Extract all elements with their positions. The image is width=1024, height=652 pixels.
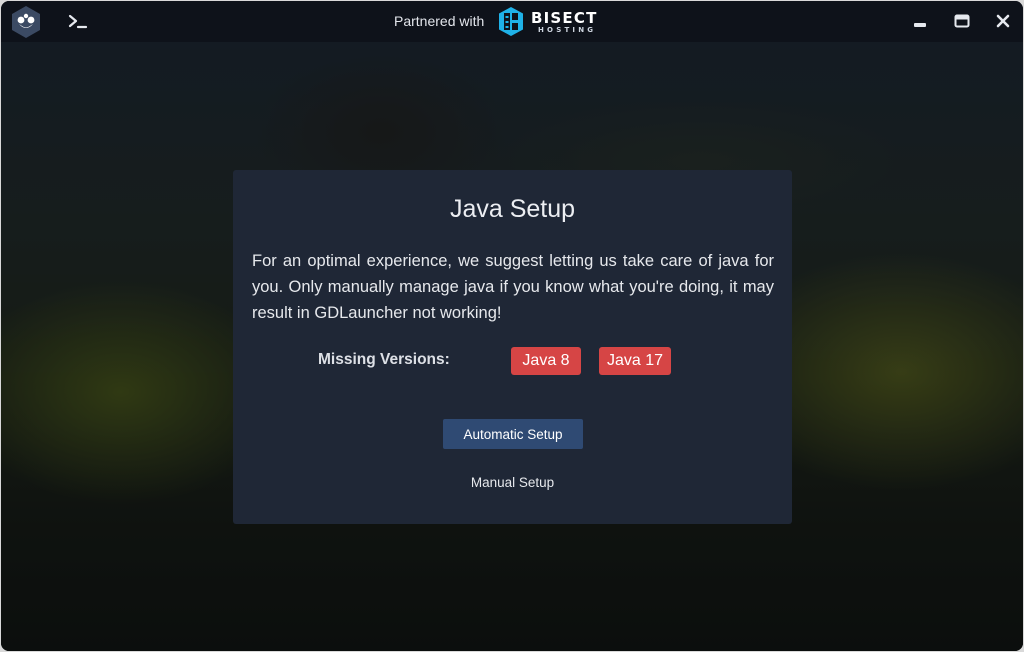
close-icon[interactable] xyxy=(991,9,1015,33)
automatic-setup-button[interactable]: Automatic Setup xyxy=(443,419,583,449)
titlebar: Partnered with BISECT HOSTING xyxy=(1,1,1023,42)
partner-brand-subtitle: HOSTING xyxy=(538,26,597,34)
missing-version-badge: Java 8 xyxy=(511,347,581,375)
java-setup-dialog: Java Setup For an optimal experience, we… xyxy=(233,170,792,524)
manual-setup-button[interactable]: Manual Setup xyxy=(233,475,792,490)
dialog-description: For an optimal experience, we suggest le… xyxy=(252,252,774,322)
partner-brand-name[interactable]: BISECT xyxy=(531,9,598,27)
bisect-hosting-logo-icon[interactable] xyxy=(498,6,524,37)
partner-text: Partnered with xyxy=(394,13,485,29)
minimize-icon[interactable] xyxy=(908,9,932,33)
missing-version-badge: Java 17 xyxy=(599,347,671,375)
maximize-icon[interactable] xyxy=(950,9,974,33)
missing-versions-label: Missing Versions: xyxy=(318,351,450,368)
dialog-title: Java Setup xyxy=(449,195,576,223)
gdlauncher-logo-icon[interactable] xyxy=(10,5,42,39)
launcher-window: Partnered with BISECT HOSTING Java Setup… xyxy=(1,1,1023,651)
terminal-icon[interactable] xyxy=(65,10,91,32)
